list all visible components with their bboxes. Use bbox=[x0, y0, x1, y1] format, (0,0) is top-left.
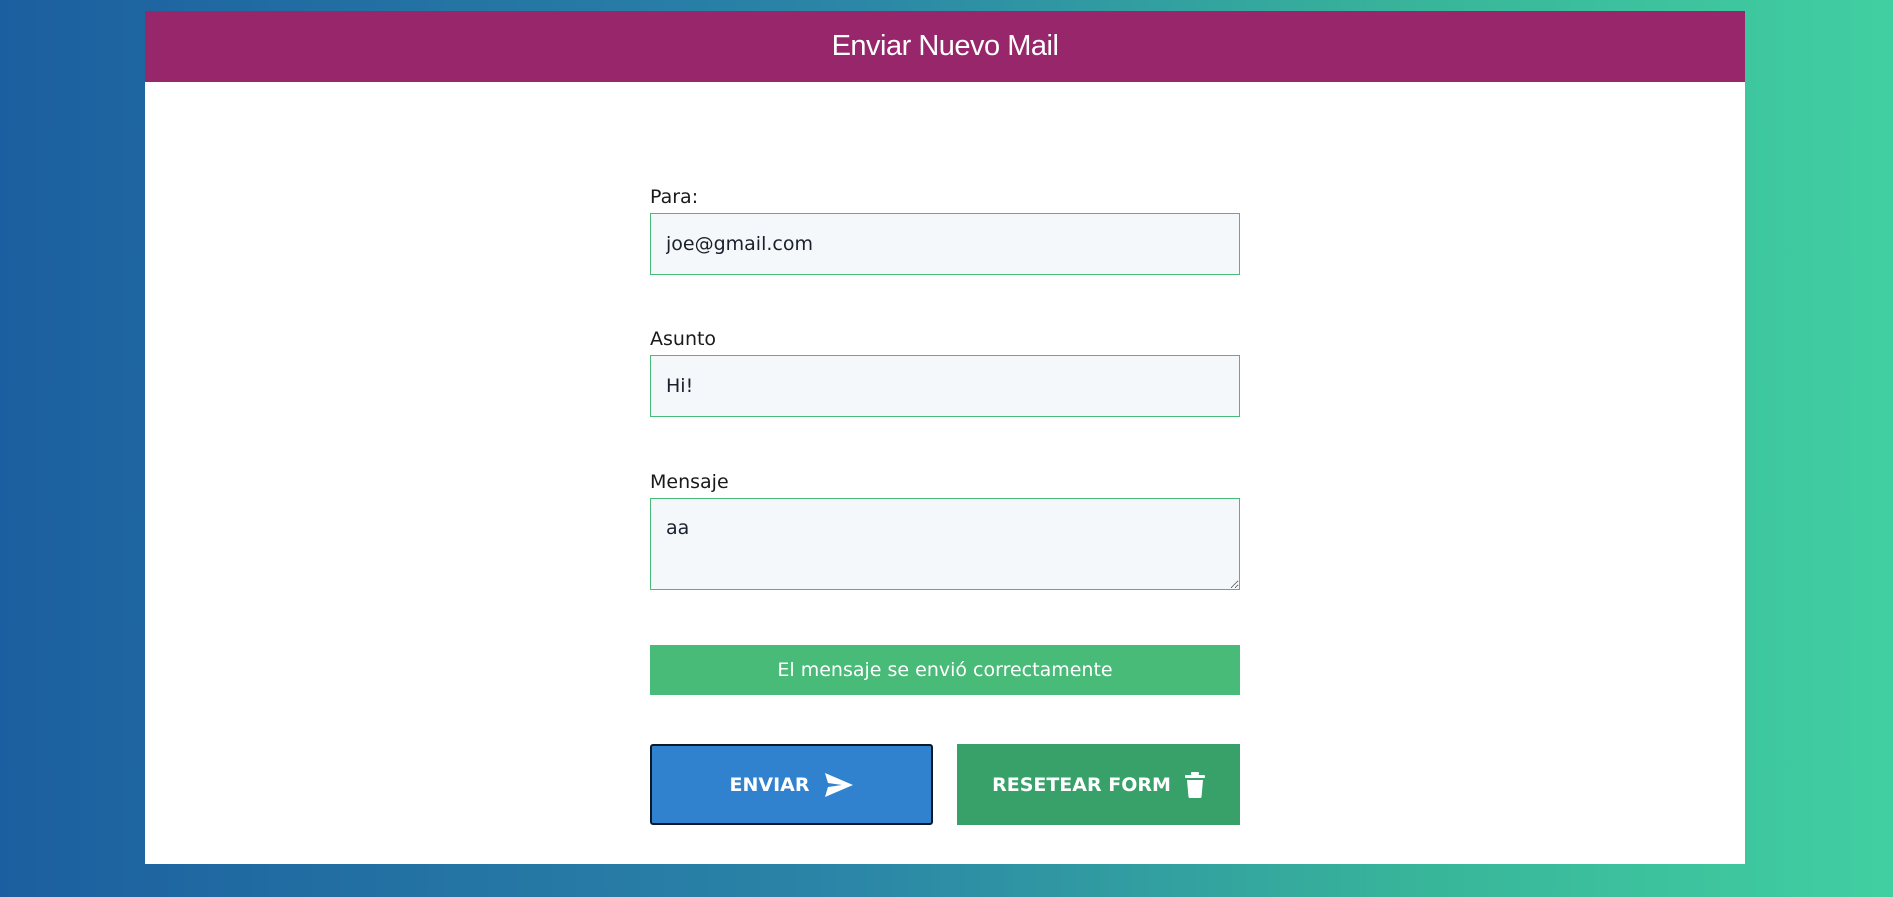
reset-form-button[interactable]: RESETEAR FORM bbox=[957, 744, 1240, 825]
send-button-label: ENVIAR bbox=[729, 773, 810, 796]
reset-button-label: RESETEAR FORM bbox=[992, 773, 1171, 796]
message-textarea[interactable]: aa bbox=[650, 498, 1240, 590]
send-button[interactable]: ENVIAR bbox=[650, 744, 933, 825]
subject-input[interactable] bbox=[650, 355, 1240, 417]
trash-icon bbox=[1184, 771, 1205, 798]
message-label: Mensaje bbox=[650, 471, 729, 493]
card-header: Enviar Nuevo Mail bbox=[145, 11, 1745, 82]
page-title: Enviar Nuevo Mail bbox=[831, 30, 1059, 62]
mail-card: Enviar Nuevo Mail Para: Asunto Mensaje a… bbox=[145, 11, 1745, 864]
send-icon bbox=[824, 772, 854, 798]
to-field-group: Para: bbox=[650, 186, 1240, 275]
success-alert: El mensaje se envió correctamente bbox=[650, 645, 1240, 695]
subject-field-group: Asunto bbox=[650, 328, 1240, 417]
subject-label: Asunto bbox=[650, 328, 717, 350]
to-label: Para: bbox=[650, 186, 699, 208]
to-input[interactable] bbox=[650, 213, 1240, 275]
message-field-group: Mensaje aa bbox=[650, 471, 1240, 590]
